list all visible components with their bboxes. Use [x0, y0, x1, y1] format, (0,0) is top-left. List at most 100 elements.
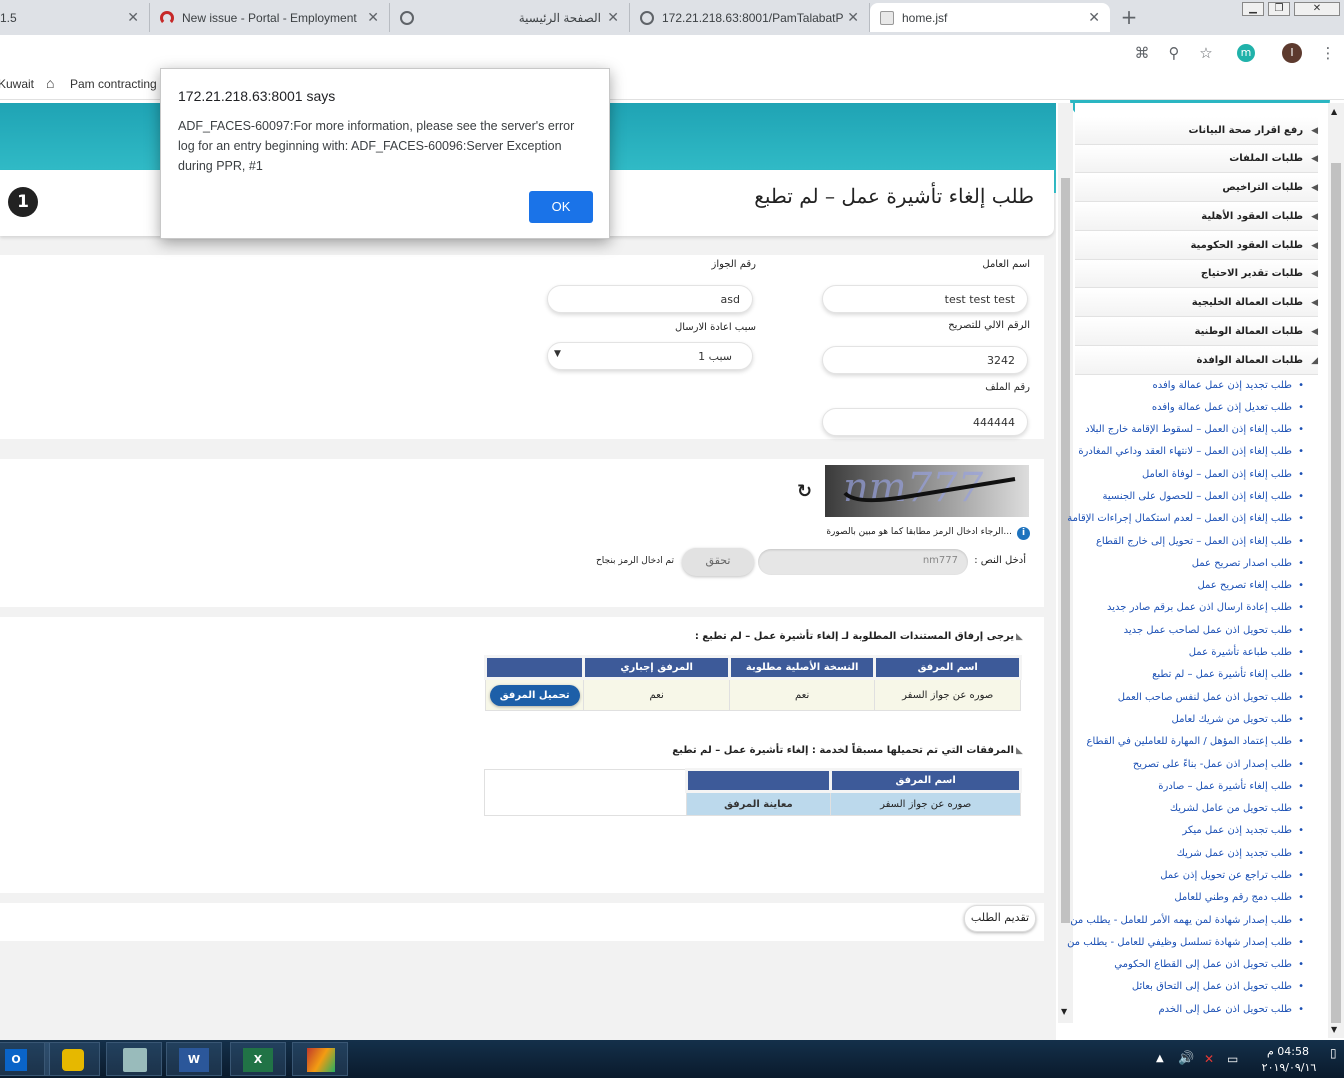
tab-5-active[interactable]: home.jsf ✕: [870, 3, 1110, 32]
sidebar-link[interactable]: طلب تحويل اذن عمل إلى الخدم: [1042, 1004, 1304, 1015]
tab-1[interactable]: 1.5 ✕: [0, 3, 150, 32]
tab-3[interactable]: الصفحة الرئيسية ✕: [390, 3, 630, 32]
lock-app-taskbar-button[interactable]: [44, 1042, 100, 1076]
resend-reason-label: سبب اعادة الارسال: [674, 322, 756, 333]
sidebar-link[interactable]: طلب تحويل اذن عمل إلى القطاع الحكومي: [1042, 959, 1304, 970]
step-badge: 1: [8, 187, 38, 217]
sidebar-section[interactable]: ◀طلبات العمالة الوطنية: [1075, 318, 1318, 346]
profile-avatar[interactable]: I: [1282, 43, 1302, 63]
sidebar-link[interactable]: طلب إلغاء تصريح عمل: [1042, 580, 1304, 591]
preview-attachment-link[interactable]: معاينة المرفق: [685, 791, 832, 816]
close-icon[interactable]: ✕: [1088, 9, 1100, 26]
scroll-down-arrow[interactable]: ▼: [1331, 1025, 1337, 1034]
submit-panel: تقديم الطلب: [0, 903, 1044, 941]
sidebar-link[interactable]: طلب تعديل إذن عمل عمالة وافده: [1042, 402, 1304, 413]
sidebar-link[interactable]: طلب إصدار شهادة تسلسل وظيفي للعامل - يطل…: [1042, 937, 1304, 948]
menu-dots-icon[interactable]: ⋮: [1318, 43, 1338, 63]
notification-icon[interactable]: ▭: [1227, 1052, 1238, 1066]
resend-reason-select[interactable]: سبب 1 ▼: [547, 342, 753, 370]
action-center-icon[interactable]: ▯: [1330, 1046, 1337, 1060]
sidebar-link[interactable]: طلب دمج رقم وطني للعامل: [1042, 892, 1304, 903]
sidebar-link[interactable]: طلب اصدار تصريح عمل: [1042, 558, 1304, 569]
sidebar-link[interactable]: طلب إعادة ارسال اذن عمل برقم صادر جديد: [1042, 602, 1304, 613]
captcha-input-label: أدخل النص :: [974, 555, 1026, 566]
upload-cell: تحميل المرفق: [484, 678, 585, 711]
sidebar-link[interactable]: طلب تراجع عن تحويل إذن عمل: [1042, 870, 1304, 881]
restore-button[interactable]: ❐: [1268, 2, 1290, 16]
verify-button[interactable]: تحقق: [682, 548, 754, 576]
extension-icon[interactable]: m: [1237, 44, 1255, 62]
bookmark-kuwait[interactable]: Kuwait: [0, 77, 34, 91]
star-icon[interactable]: ☆: [1196, 43, 1216, 63]
refresh-icon[interactable]: ↻: [797, 481, 812, 502]
sidebar-link[interactable]: طلب إصدار اذن عمل- بناءً على تصريح: [1042, 759, 1304, 770]
close-icon[interactable]: ✕: [367, 9, 379, 26]
sidebar-link[interactable]: طلب إلغاء إذن العمل – لسقوط الإقامة خارج…: [1042, 424, 1304, 435]
sidebar-section[interactable]: ◀طلبات العقود الأهلية: [1075, 203, 1318, 231]
tab-2[interactable]: New issue - Portal - Employment ✕: [150, 3, 390, 32]
captcha-input[interactable]: nm777: [758, 549, 968, 575]
sidebar-link[interactable]: طلب تحويل اذن عمل إلى التحاق بعائل: [1042, 981, 1304, 992]
sidebar-link[interactable]: طلب إلغاء إذن العمل – تحويل إلى خارج الق…: [1042, 536, 1304, 547]
sidebar-section[interactable]: ◀طلبات العقود الحكومية: [1075, 232, 1318, 260]
close-icon[interactable]: ✕: [127, 9, 139, 26]
padlock-icon: [62, 1049, 84, 1071]
caret-left-icon: ◀: [1311, 154, 1318, 164]
zoom-icon[interactable]: ⚲: [1164, 43, 1184, 63]
app-taskbar-button[interactable]: [292, 1042, 348, 1076]
excel-icon: X: [243, 1048, 273, 1072]
sidebar-link[interactable]: طلب تحويل اذن عمل لصاحب عمل جديد: [1042, 625, 1304, 636]
sidebar-link[interactable]: طلب تجديد إذن عمل ميكر: [1042, 825, 1304, 836]
network-error-icon[interactable]: ✕: [1204, 1052, 1214, 1066]
sidebar-section[interactable]: ◀طلبات العمالة الخليجية: [1075, 289, 1318, 317]
captcha-success-message: تم ادخال الرمز بنجاح: [595, 556, 674, 566]
close-icon[interactable]: ✕: [607, 9, 619, 26]
excel-taskbar-button[interactable]: X: [230, 1042, 286, 1076]
volume-icon[interactable]: 🔊: [1178, 1051, 1194, 1066]
translate-icon[interactable]: ⌘: [1132, 43, 1152, 63]
worker-name-input[interactable]: test test test: [822, 285, 1028, 313]
sidebar-link[interactable]: طلب إلغاء إذن العمل – لعدم استكمال إجراء…: [1042, 513, 1304, 524]
attachment-name-cell: صوره عن جواز السفر: [830, 791, 1021, 816]
minimize-button[interactable]: ▁: [1242, 2, 1264, 16]
media-app-taskbar-button[interactable]: [106, 1042, 162, 1076]
tab-4[interactable]: 172.21.218.63:8001/PamTalabatP ✕: [630, 3, 870, 32]
close-icon[interactable]: ✕: [847, 9, 859, 26]
submit-request-button[interactable]: تقديم الطلب: [964, 905, 1036, 932]
sidebar-section[interactable]: ◀طلبات تقدير الاحتياج: [1075, 260, 1318, 288]
alert-dialog: 172.21.218.63:8001 says ADF_FACES-60097:…: [160, 68, 610, 239]
word-taskbar-button[interactable]: W: [166, 1042, 222, 1076]
passport-input[interactable]: asd: [547, 285, 753, 313]
sidebar-link[interactable]: طلب تجديد إذن عمل عمالة وافده: [1042, 380, 1304, 391]
sidebar-link[interactable]: طلب إلغاء إذن العمل – للحصول على الجنسية: [1042, 491, 1304, 502]
ok-button[interactable]: OK: [529, 191, 593, 223]
sidebar-section-expanded[interactable]: ◢طلبات العمالة الوافدة: [1075, 347, 1318, 375]
outlook-taskbar-button[interactable]: O: [0, 1042, 50, 1076]
file-number-input[interactable]: 444444: [822, 408, 1028, 436]
sidebar-link[interactable]: طلب إلغاء تأشيرة عمل – صادرة: [1042, 781, 1304, 792]
sidebar-link[interactable]: طلب تجديد إذن عمل شريك: [1042, 848, 1304, 859]
dialog-message: ADF_FACES-60097:For more information, pl…: [178, 119, 575, 173]
sidebar-section[interactable]: ◀رفع اقرار صحة البيانات: [1075, 117, 1318, 145]
sidebar-link[interactable]: طلب إصدار شهادة لمن يهمه الأمر للعامل - …: [1042, 915, 1304, 926]
sidebar-link[interactable]: طلب إلغاء إذن العمل – لوفاة العامل: [1042, 469, 1304, 480]
permit-number-input[interactable]: 3242: [822, 346, 1028, 374]
scroll-up-arrow[interactable]: ▲: [1331, 107, 1337, 116]
tray-expand-icon[interactable]: ▲: [1156, 1053, 1164, 1064]
sidebar-link[interactable]: طلب طباعة تأشيرة عمل: [1042, 647, 1304, 658]
sidebar-link[interactable]: طلب إلغاء تأشيرة عمل – لم تطبع: [1042, 669, 1304, 680]
sidebar-link[interactable]: طلب تحويل من شريك لعامل: [1042, 714, 1305, 725]
new-tab-button[interactable]: +: [1118, 7, 1140, 29]
sidebar-section[interactable]: ◀طلبات الملفات: [1075, 145, 1318, 173]
sidebar-link[interactable]: طلب تحويل اذن عمل لنفس صاحب العمل: [1042, 692, 1304, 703]
scrollbar-thumb[interactable]: [1331, 163, 1341, 1023]
upload-attachment-button[interactable]: تحميل المرفق: [489, 684, 580, 706]
sidebar-link[interactable]: طلب تحويل من عامل لشريك: [1042, 803, 1304, 814]
sidebar-link[interactable]: طلب إلغاء إذن العمل – لانتهاء العقد وداع…: [1042, 446, 1304, 457]
bookmark-pam[interactable]: Pam contracting: [70, 77, 157, 91]
sidebar-scrollbar[interactable]: ▲ ▼: [1328, 103, 1344, 1038]
sidebar-link[interactable]: طلب إعتماد المؤهل / المهارة للعاملين في …: [1042, 736, 1304, 747]
close-window-button[interactable]: ✕: [1294, 2, 1340, 16]
sidebar-section[interactable]: ◀طلبات التراخيص: [1075, 174, 1318, 202]
required-attachments-table: المرفق إجباري النسخة الأصلية مطلوبة اسم …: [483, 655, 1022, 711]
